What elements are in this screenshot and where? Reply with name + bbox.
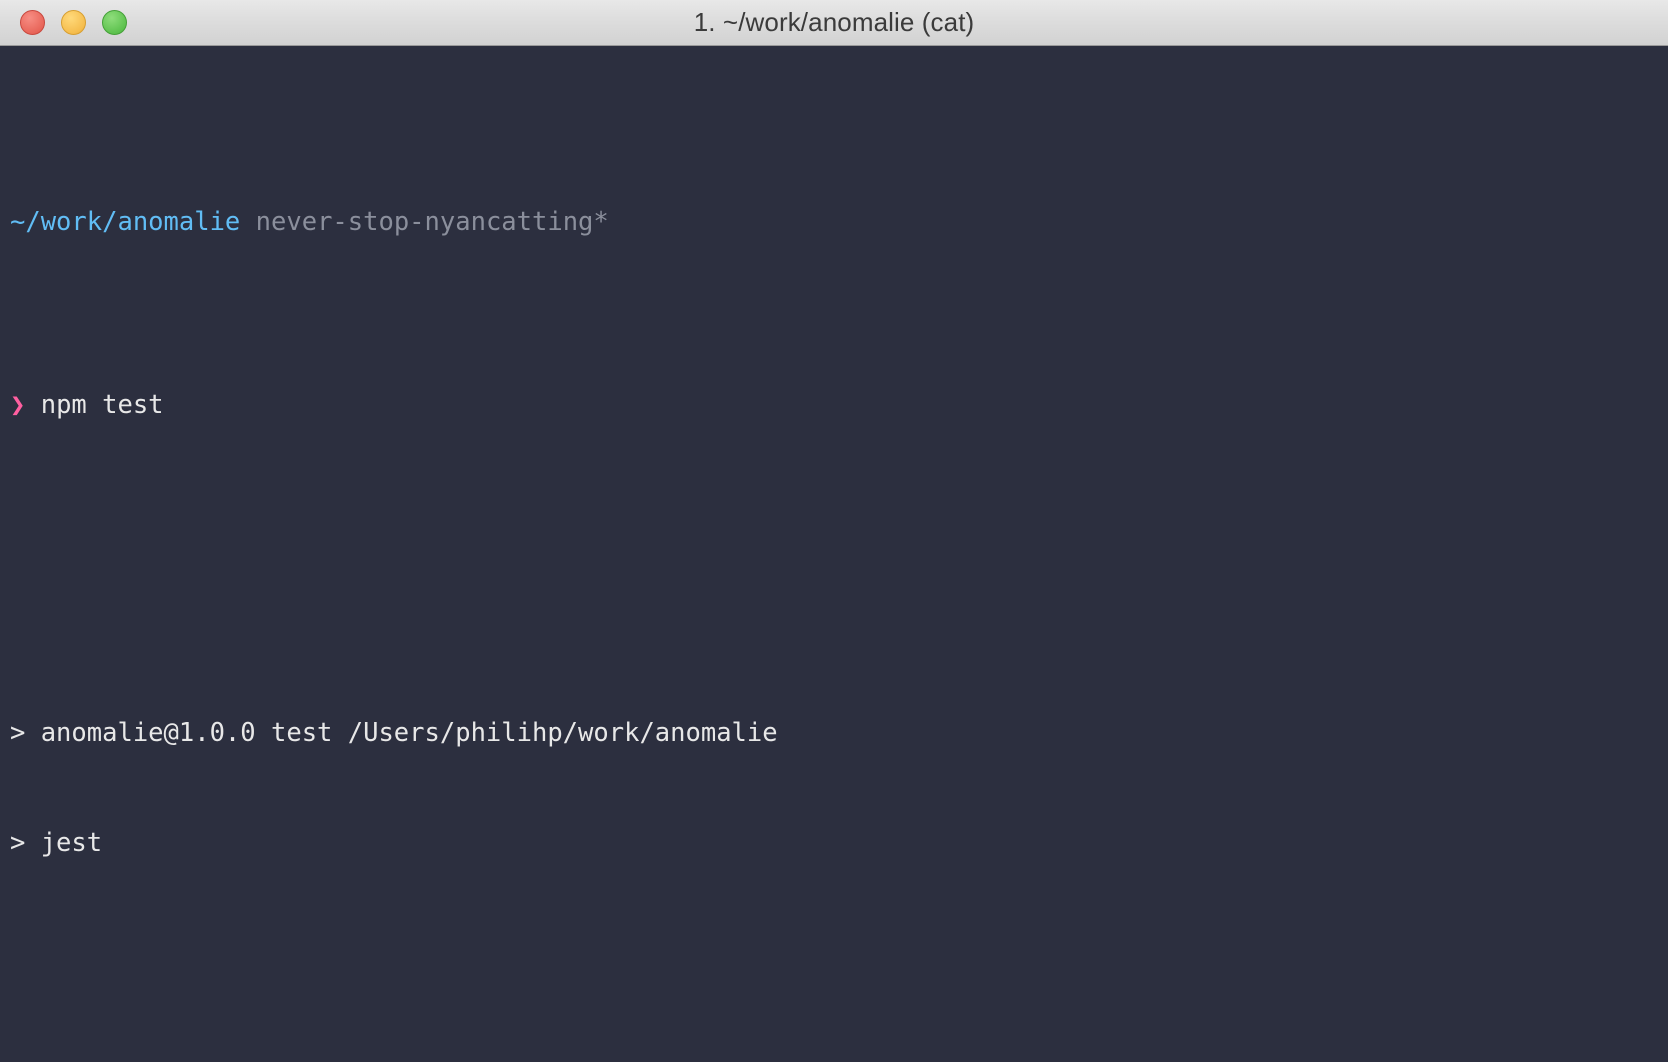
minimize-button[interactable] [61, 10, 86, 35]
maximize-button[interactable] [102, 10, 127, 35]
window-controls [20, 10, 127, 35]
prompt-line-top: ~/work/anomalie never-stop-nyancatting* [10, 204, 1668, 241]
prompt-git-branch: never-stop-nyancatting* [255, 207, 609, 237]
npm-output-line-2: > jest [10, 827, 103, 858]
prompt-path: ~/work/anomalie [10, 207, 241, 237]
window-titlebar[interactable]: 1. ~/work/anomalie (cat) [0, 0, 1668, 46]
prompt-symbol-icon: ❯ [10, 389, 26, 420]
command-text: npm test [40, 389, 164, 420]
close-button[interactable] [20, 10, 45, 35]
window-title: 1. ~/work/anomalie (cat) [693, 7, 975, 37]
terminal-window: 1. ~/work/anomalie (cat) ~/work/anomalie… [0, 0, 1668, 1062]
npm-output-line-1: > anomalie@1.0.0 test /Users/philihp/wor… [10, 718, 778, 748]
terminal-output-area[interactable]: ~/work/anomalie never-stop-nyancatting* … [0, 46, 1668, 1062]
command-line: ❯ npm test [10, 387, 1668, 424]
